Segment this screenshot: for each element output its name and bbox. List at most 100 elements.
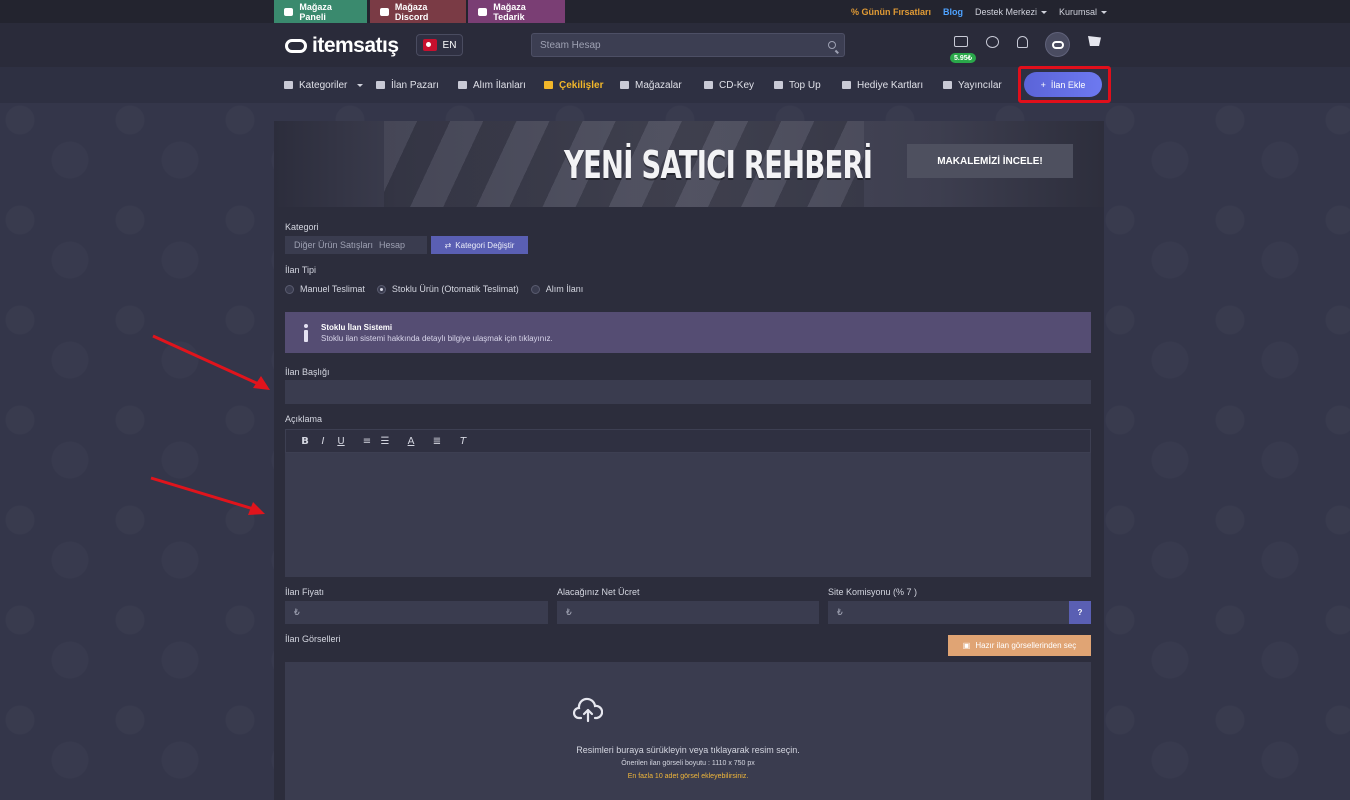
cart-icon bbox=[774, 81, 783, 89]
support-dropdown[interactable]: Destek Merkezi bbox=[975, 7, 1047, 17]
tab-label: Mağaza Paneli bbox=[299, 1, 332, 22]
title-label: İlan Başlığı bbox=[285, 367, 330, 377]
discord-icon bbox=[380, 7, 389, 16]
add-listing-button[interactable]: + İlan Ekle bbox=[1024, 72, 1102, 97]
nav-label: Mağazalar bbox=[635, 79, 682, 91]
listing-type-options: Manuel Teslimat Stoklu Ürün (Otomatik Te… bbox=[285, 283, 595, 295]
images-label: İlan Görselleri bbox=[285, 634, 341, 644]
nav-streamers[interactable]: Yayıncılar bbox=[943, 67, 1002, 103]
nav-purchase-listings[interactable]: Alım İlanları bbox=[458, 67, 526, 103]
deals-link[interactable]: % Günün Fırsatları bbox=[851, 7, 931, 17]
cart-icon[interactable] bbox=[1088, 36, 1101, 46]
italic-icon[interactable]: I bbox=[314, 436, 332, 447]
messages-icon[interactable] bbox=[986, 36, 999, 48]
corporate-dropdown[interactable]: Kurumsal bbox=[1059, 7, 1107, 17]
radio-button-selected[interactable] bbox=[376, 284, 386, 294]
logo-text: itemsatış bbox=[312, 34, 399, 57]
commission-label: Site Komisyonu (% 7 ) bbox=[828, 587, 918, 597]
tab-store-panel[interactable]: Mağaza Paneli bbox=[274, 0, 367, 23]
search-input[interactable] bbox=[540, 39, 828, 51]
price-input[interactable]: ₺ bbox=[285, 601, 548, 624]
ordered-list-icon[interactable]: ≡ bbox=[358, 436, 376, 447]
currency-symbol: ₺ bbox=[294, 607, 300, 617]
nav-label: Hediye Kartları bbox=[857, 79, 924, 91]
radio-manual-delivery[interactable]: Manuel Teslimat bbox=[285, 284, 365, 294]
nav-categories[interactable]: Kategoriler bbox=[284, 67, 364, 103]
change-category-label: Kategori Değiştir bbox=[455, 240, 515, 250]
radio-purchase-listing[interactable]: Alım İlanı bbox=[530, 284, 584, 294]
grid-icon bbox=[284, 81, 293, 89]
read-article-button[interactable]: MAKALEMİZİ İNCELE! bbox=[907, 144, 1073, 178]
bullet-list-icon[interactable]: ☰ bbox=[376, 436, 394, 447]
editor-toolbar: B I U ≡ ☰ A ≣ T bbox=[285, 429, 1091, 453]
radio-label: Alım İlanı bbox=[545, 284, 584, 294]
radio-button[interactable] bbox=[285, 284, 294, 294]
language-label: EN bbox=[442, 39, 457, 51]
clear-format-icon[interactable]: T bbox=[454, 436, 472, 447]
notifications-icon[interactable] bbox=[1017, 36, 1028, 48]
change-category-button[interactable]: ⇄ Kategori Değiştir bbox=[431, 236, 528, 254]
caret-down-icon bbox=[1101, 10, 1107, 14]
search-bar bbox=[531, 33, 845, 57]
net-price-input[interactable]: ₺ bbox=[557, 601, 819, 624]
cloud-upload-icon bbox=[573, 697, 603, 723]
description-editor[interactable] bbox=[285, 453, 1091, 577]
tab-store-discord[interactable]: Mağaza Discord bbox=[370, 0, 466, 23]
balance-badge: 5.95₺ bbox=[950, 53, 977, 63]
nav-gift-cards[interactable]: Hediye Kartları bbox=[842, 67, 923, 103]
turkey-flag-icon bbox=[422, 39, 437, 51]
wallet-icon[interactable] bbox=[954, 36, 968, 47]
top-strip: Mağaza Paneli Mağaza Discord Mağaza Teda… bbox=[0, 0, 1350, 23]
search-icon[interactable] bbox=[828, 41, 836, 49]
nav-cd-key[interactable]: CD-Key bbox=[704, 67, 754, 103]
gamepad-icon bbox=[943, 81, 952, 89]
info-icon bbox=[302, 323, 310, 342]
avatar-logo-icon bbox=[1051, 40, 1064, 49]
plus-icon: + bbox=[1040, 79, 1046, 90]
dropzone-limit-note: En fazla 10 adet görsel ekleyebilirsiniz… bbox=[627, 773, 749, 780]
radio-label: Manuel Teslimat bbox=[300, 284, 365, 294]
top-links: % Günün Fırsatları Blog Destek Merkezi K… bbox=[851, 0, 1107, 23]
net-price-label: Alacağınız Net Ücret bbox=[557, 587, 640, 597]
caret-down-icon bbox=[1040, 10, 1047, 14]
images-icon: ▣ bbox=[962, 641, 971, 650]
main-nav: Kategoriler İlan Pazarı Alım İlanları Çe… bbox=[0, 67, 1350, 103]
category-path: Diğer Ürün Satışları Hesap bbox=[285, 236, 427, 254]
logo-mark-icon bbox=[285, 39, 307, 53]
commission-help-button[interactable]: ? bbox=[1069, 601, 1091, 624]
radio-stock-product[interactable]: Stoklu Ürün (Otomatik Teslimat) bbox=[376, 284, 519, 294]
nav-listing-market[interactable]: İlan Pazarı bbox=[376, 67, 439, 103]
category-path-item: Hesap bbox=[379, 240, 406, 250]
listing-type-label: İlan Tipi bbox=[285, 265, 317, 275]
bold-icon[interactable]: B bbox=[296, 436, 314, 447]
blog-link[interactable]: Blog bbox=[943, 7, 963, 17]
radio-label: Stoklu Ürün (Otomatik Teslimat) bbox=[391, 284, 519, 294]
caret-down-icon bbox=[357, 83, 364, 87]
main-header: itemsatış EN 5.95₺ bbox=[0, 23, 1350, 67]
annotation-arrow bbox=[152, 334, 270, 390]
category-label: Kategori bbox=[285, 222, 319, 232]
tab-store-supply[interactable]: Mağaza Tedarik bbox=[468, 0, 565, 23]
user-avatar[interactable] bbox=[1045, 32, 1070, 57]
ready-images-button[interactable]: ▣ Hazır ilan görsellerinden seç bbox=[948, 635, 1091, 656]
corporate-label: Kurumsal bbox=[1058, 6, 1097, 17]
gift-card-icon bbox=[842, 81, 851, 89]
site-logo[interactable]: itemsatış bbox=[285, 34, 399, 58]
nav-stores[interactable]: Mağazalar bbox=[620, 67, 682, 103]
bag-icon bbox=[458, 81, 467, 89]
text-color-icon[interactable]: A bbox=[402, 436, 420, 447]
nav-giveaways[interactable]: Çekilişler bbox=[544, 67, 603, 103]
seller-guide-banner[interactable]: YENİ SATICI REHBERİ MAKALEMİZİ İNCELE! bbox=[274, 121, 1104, 207]
radio-button[interactable] bbox=[530, 284, 540, 294]
gift-icon bbox=[544, 81, 553, 89]
add-listing-label: İlan Ekle bbox=[1050, 79, 1086, 90]
tab-label: Mağaza Tedarik bbox=[493, 1, 526, 22]
listing-title-input[interactable] bbox=[285, 380, 1091, 404]
tab-label: Mağaza Discord bbox=[394, 1, 429, 22]
language-selector[interactable]: EN bbox=[416, 34, 463, 56]
store-icon bbox=[620, 81, 629, 89]
underline-icon[interactable]: U bbox=[332, 436, 350, 447]
stock-system-info[interactable]: Stoklu İlan Sistemi Stoklu ilan sistemi … bbox=[285, 312, 1091, 353]
nav-top-up[interactable]: Top Up bbox=[774, 67, 821, 103]
align-icon[interactable]: ≣ bbox=[428, 436, 446, 447]
